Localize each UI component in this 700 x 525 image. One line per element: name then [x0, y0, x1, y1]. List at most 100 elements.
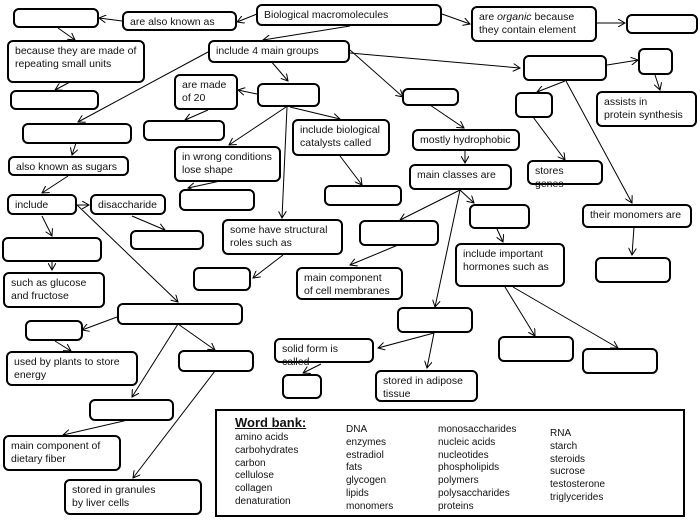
- word-bank-column-3: monosaccharides nucleic acids nucleotide…: [438, 424, 516, 514]
- blank-box[interactable]: [324, 185, 402, 206]
- blank-box[interactable]: [257, 83, 320, 107]
- blank-box[interactable]: [130, 230, 204, 250]
- arrow: [54, 340, 71, 351]
- blank-box[interactable]: [89, 399, 174, 421]
- arrow: [400, 189, 461, 220]
- word: sucrose: [550, 466, 586, 478]
- arrow: [427, 332, 435, 368]
- word: denaturation: [235, 495, 291, 507]
- arrow: [263, 25, 351, 40]
- node-also-known-as-sugars: also known as sugars: [8, 156, 129, 176]
- blank-box[interactable]: [595, 257, 671, 283]
- node-protein-synthesis: assists in protein synthesis: [596, 91, 697, 127]
- word: monosaccharides: [438, 424, 517, 435]
- arrow: [537, 80, 566, 92]
- arrow: [133, 370, 216, 478]
- word: amino acids: [235, 432, 289, 443]
- arrow: [132, 323, 179, 397]
- blank-box[interactable]: [498, 336, 574, 362]
- node-because-repeating-units: because they are made of repeating small…: [7, 40, 145, 83]
- arrow: [289, 106, 340, 119]
- node-stores-genes: stores genes: [527, 160, 603, 190]
- blank-box[interactable]: [193, 267, 251, 291]
- blank-box[interactable]: [359, 220, 439, 246]
- arrow: [41, 215, 52, 236]
- arrow: [282, 106, 288, 218]
- word-bank-title: Word bank:: [235, 415, 307, 430]
- arrow: [57, 27, 75, 40]
- blank-box[interactable]: [10, 90, 99, 110]
- arrow: [350, 244, 399, 265]
- node-include-4-main-groups: include 4 main groups: [208, 40, 350, 63]
- arrow: [237, 13, 258, 22]
- blank-box[interactable]: [402, 88, 459, 106]
- blank-box[interactable]: [25, 320, 83, 341]
- blank-box[interactable]: [626, 14, 698, 34]
- word: RNA: [550, 428, 572, 439]
- arrow: [504, 286, 535, 336]
- arrow: [497, 228, 503, 242]
- blank-box[interactable]: [2, 237, 102, 262]
- arrow: [441, 13, 470, 24]
- arrow: [459, 189, 474, 203]
- blank-box[interactable]: [22, 123, 132, 144]
- word: triglycerides: [550, 491, 604, 503]
- blank-box[interactable]: [282, 374, 322, 399]
- blank-box[interactable]: [178, 350, 254, 372]
- word: estradiol: [346, 449, 384, 461]
- blank-box[interactable]: [117, 303, 243, 325]
- word: nucleotides: [438, 449, 489, 461]
- blank-box[interactable]: [582, 348, 658, 374]
- blank-box[interactable]: [179, 189, 255, 211]
- blank-box[interactable]: [469, 204, 530, 229]
- word: DNA: [346, 424, 368, 435]
- word: polymers: [438, 475, 479, 487]
- arrow: [131, 215, 165, 230]
- word: steroids: [550, 453, 586, 465]
- arrow: [269, 59, 288, 81]
- blank-box[interactable]: [638, 48, 673, 75]
- node-main-classes-are: main classes are: [409, 164, 512, 190]
- word: starch: [550, 440, 578, 452]
- node-disaccharide: disaccharide: [90, 194, 166, 215]
- word: carbohydrates: [235, 444, 299, 456]
- arrow: [229, 106, 287, 145]
- arrow: [42, 175, 69, 193]
- word: monomers: [346, 500, 394, 512]
- node-cell-membranes: main component of cell membranes: [296, 267, 403, 300]
- word: lipids: [346, 487, 369, 499]
- arrow: [655, 74, 660, 90]
- node-used-by-plants: used by plants to store energy: [6, 351, 138, 386]
- word: phospholipids: [438, 462, 500, 474]
- node-biological-catalysts: include biological catalysts called: [292, 119, 390, 156]
- arrow: [429, 104, 464, 128]
- organic-text-line1: are organic because: [479, 11, 575, 23]
- blank-box[interactable]: [13, 8, 99, 28]
- blank-box[interactable]: [515, 92, 553, 118]
- node-are-organic: are organic because they contain element: [471, 6, 597, 42]
- node-are-also-known-as: are also known as: [122, 11, 237, 31]
- node-include: include: [7, 194, 77, 215]
- node-stored-in-granules: stored in granules by liver cells: [64, 479, 202, 515]
- arrow: [349, 52, 520, 68]
- blank-box[interactable]: [523, 55, 607, 81]
- word: carbon: [235, 457, 266, 469]
- blank-box[interactable]: [397, 307, 473, 333]
- node-important-hormones: include important hormones such as: [455, 243, 565, 287]
- word: polysaccharides: [438, 487, 510, 499]
- arrow: [177, 323, 215, 350]
- arrow: [238, 90, 258, 94]
- node-mostly-hydrophobic: mostly hydrophobic: [412, 129, 520, 151]
- word: testosterone: [550, 479, 606, 491]
- node-are-made-of-20: are made of 20: [174, 74, 238, 110]
- arrow: [632, 226, 634, 255]
- arrow: [378, 332, 435, 348]
- word: fats: [346, 462, 363, 474]
- node-solid-form: solid form is called: [274, 338, 374, 368]
- blank-box[interactable]: [143, 120, 225, 141]
- node-adipose-tissue: stored in adipose tissue: [375, 370, 478, 402]
- arrow: [99, 18, 123, 21]
- arrow: [253, 254, 284, 278]
- word: cellulose: [235, 470, 274, 482]
- word: nucleic acids: [438, 436, 496, 448]
